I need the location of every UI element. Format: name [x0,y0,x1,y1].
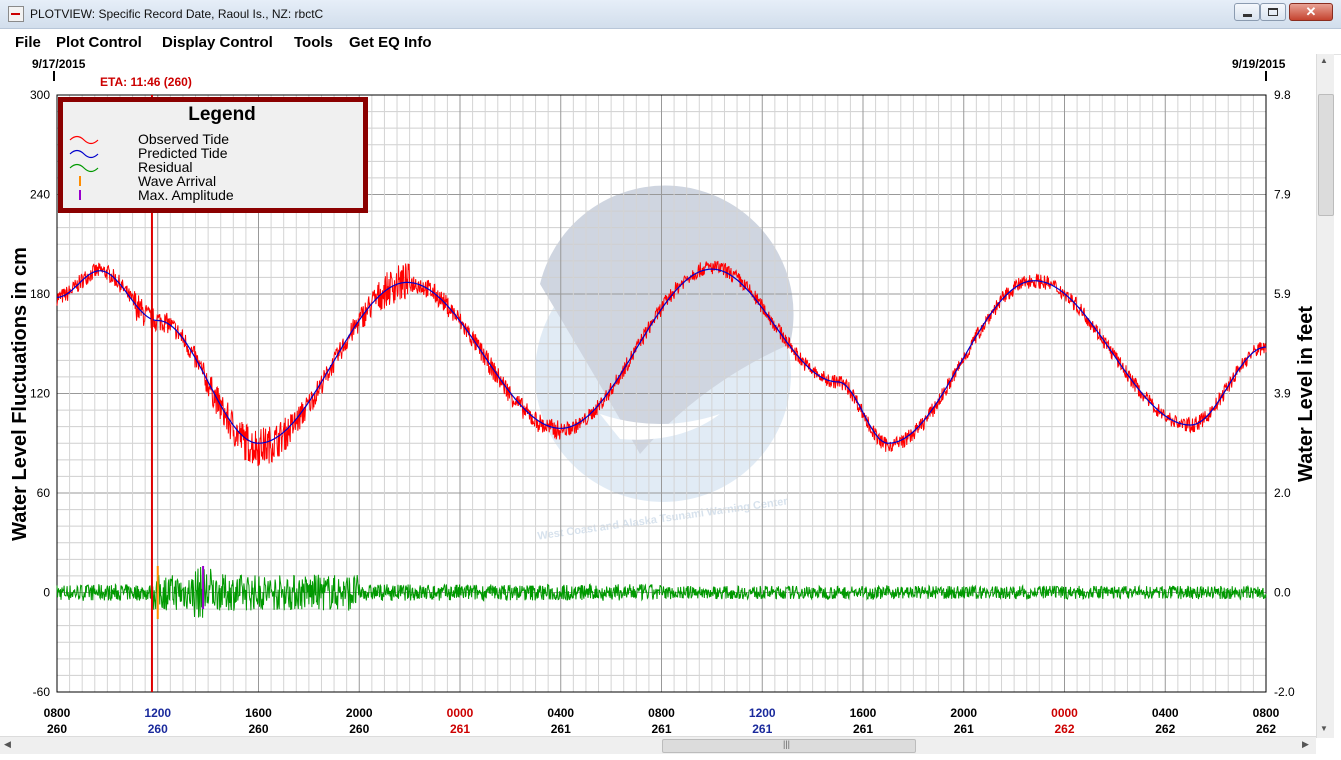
menu-tools[interactable]: Tools [294,34,333,51]
left-tick-label: 300 [30,88,50,102]
minimize-button[interactable] [1234,3,1260,21]
right-tick-label: 5.9 [1274,287,1291,301]
eta-label: ETA: 11:46 (260) [100,75,192,89]
title-bar: PLOTVIEW: Specific Record Date, Raoul Is… [0,0,1341,29]
time-tick-label: 0000 [1051,706,1078,720]
left-tick-label: 120 [30,387,50,401]
scroll-right-icon[interactable]: ▶ [1302,739,1309,750]
menu-get-eq-info[interactable]: Get EQ Info [349,34,432,51]
left-tick-label: 240 [30,188,50,202]
horizontal-scroll-thumb[interactable]: ||| [662,739,916,753]
left-tick-label: 180 [30,287,50,301]
left-axis-title: Water Level Fluctuations in cm [9,247,31,541]
close-button[interactable]: ✕ [1289,3,1333,21]
day-tick-label: 260 [47,722,67,736]
day-tick-label: 262 [1155,722,1175,736]
menu-file[interactable]: File [15,34,41,51]
day-tick-label: 260 [148,722,168,736]
left-tick-label: 0 [43,586,50,600]
left-tick-label: -60 [33,685,51,699]
right-tick-label: 2.0 [1274,486,1291,500]
minimize-icon [1243,14,1252,17]
time-tick-label: 1600 [850,706,877,720]
vertical-scroll-thumb[interactable] [1318,94,1334,216]
day-tick-label: 261 [551,722,571,736]
time-tick-label: 1600 [245,706,272,720]
right-tick-label: 7.9 [1274,188,1291,202]
day-tick-label: 261 [651,722,671,736]
scroll-up-icon[interactable]: ▲ [1320,56,1328,65]
day-tick-label: 262 [1256,722,1276,736]
time-tick-label: 0400 [547,706,574,720]
day-tick-label: 261 [853,722,873,736]
grip-icon: ||| [783,739,791,749]
right-axis-title: Water Level in feet [1295,306,1316,482]
maximize-icon [1268,8,1278,16]
vertical-scrollbar[interactable]: ▲ ▼ [1316,54,1334,738]
menu-display-control[interactable]: Display Control [162,34,273,51]
menu-plot-control[interactable]: Plot Control [56,34,142,51]
time-tick-label: 0800 [1253,706,1280,720]
time-tick-label: 0400 [1152,706,1179,720]
close-icon: ✕ [1305,4,1317,19]
time-tick-label: 2000 [346,706,373,720]
scroll-down-icon[interactable]: ▼ [1320,724,1328,733]
left-tick-label: 60 [37,486,51,500]
time-tick-label: 2000 [950,706,977,720]
time-tick-label: 0800 [44,706,71,720]
legend[interactable]: Legend Observed TidePredicted TideResidu… [58,97,368,213]
legend-label: Max. Amplitude [138,187,234,203]
time-tick-label: 0000 [447,706,474,720]
menu-bar: File Plot Control Display Control Tools … [0,29,1341,55]
right-tick-label: 0.0 [1274,586,1291,600]
day-tick-label: 261 [954,722,974,736]
horizontal-scrollbar[interactable]: ◀ ||| ▶ [0,736,1316,754]
day-tick-label: 260 [349,722,369,736]
plot-app-icon[interactable] [8,6,24,22]
end-date-label: 9/19/2015 [1232,57,1286,71]
right-tick-label: -2.0 [1274,685,1295,699]
scroll-left-icon[interactable]: ◀ [4,739,11,750]
day-tick-label: 262 [1054,722,1074,736]
time-tick-label: 0800 [648,706,675,720]
window-title: PLOTVIEW: Specific Record Date, Raoul Is… [30,7,324,21]
time-tick-label: 1200 [749,706,776,720]
day-tick-label: 260 [248,722,268,736]
maximize-button[interactable] [1260,3,1286,21]
start-date-label: 9/17/2015 [32,57,86,71]
day-tick-label: 261 [450,722,470,736]
tide-plot[interactable]: West Coast and Alaska Tsunami Warning Ce… [0,54,1316,736]
legend-title: Legend [188,104,256,125]
right-tick-label: 9.8 [1274,88,1291,102]
time-tick-label: 1200 [144,706,171,720]
right-tick-label: 3.9 [1274,387,1291,401]
day-tick-label: 261 [752,722,772,736]
